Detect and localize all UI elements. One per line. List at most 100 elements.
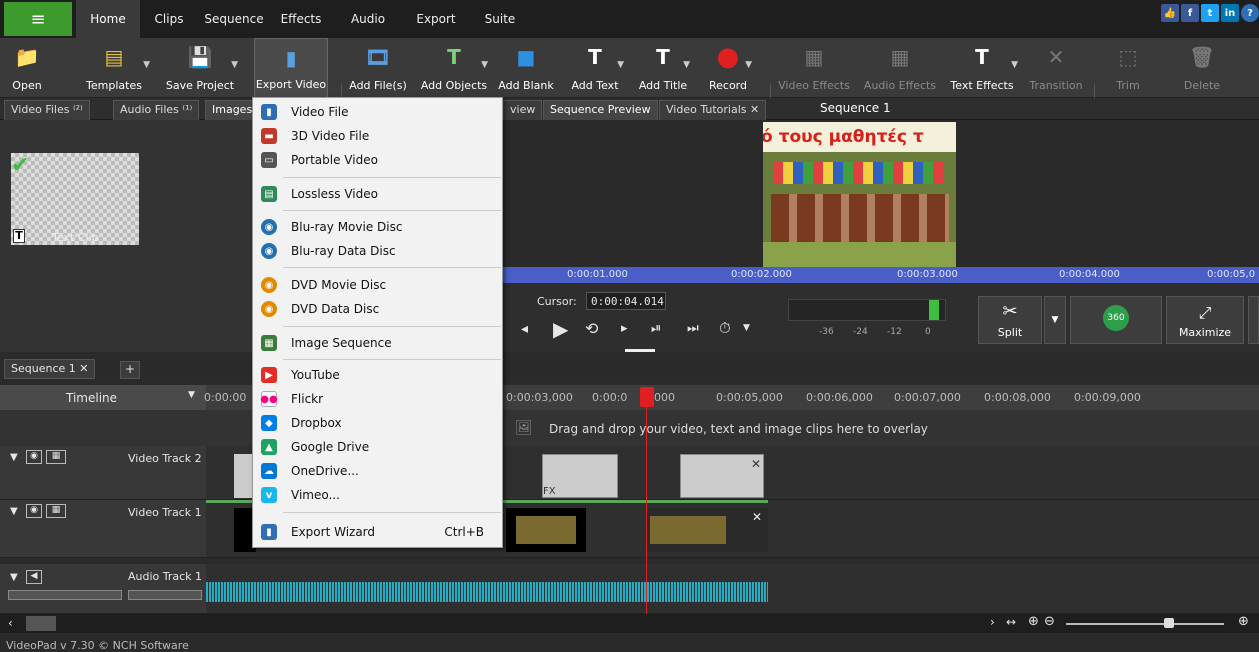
zoom-in-icon[interactable]: ⊕ [1238, 614, 1249, 629]
audio-track-1[interactable] [206, 564, 1259, 614]
previous-frame-icon[interactable]: ◂ [521, 321, 528, 337]
timer-icon[interactable]: ⏱ [719, 319, 731, 337]
scrollbar-thumb[interactable] [26, 616, 56, 631]
folder-icon: 📁 [14, 45, 40, 69]
opacity-icon[interactable]: ▦ [46, 450, 66, 464]
zoom-slider-thumb[interactable] [1164, 618, 1174, 628]
clip[interactable]: ✕ [646, 508, 768, 552]
maximize-button[interactable]: ⤢ Maximize [1166, 296, 1244, 344]
menu-item-portable-video[interactable]: ▭ Portable Video [253, 148, 502, 172]
menu-item-vimeo[interactable]: v Vimeo... [253, 483, 502, 507]
tab-video-files[interactable]: Video Files ⁽²⁾ [4, 100, 90, 120]
loop-icon[interactable]: ⟲ [585, 319, 598, 338]
menu-item-export-wizard[interactable]: ▮ Export Wizard Ctrl+B [253, 520, 502, 544]
skip-end-icon[interactable]: ⏭ [687, 321, 699, 336]
clip[interactable] [506, 508, 586, 552]
tab-audio-files[interactable]: Audio Files ⁽¹⁾ [113, 100, 200, 120]
add-objects-button[interactable]: T Add Objects ▼ [418, 38, 490, 98]
menu-item-youtube[interactable]: ▶ YouTube [253, 363, 502, 387]
tab-audio[interactable]: Audio [344, 0, 392, 38]
eye-icon[interactable]: ◉ [26, 504, 42, 518]
like-icon[interactable]: 👍 [1161, 4, 1179, 22]
menu-item-image-sequence[interactable]: ▦ Image Sequence [253, 331, 502, 355]
chevron-down-icon[interactable]: ▼ [743, 323, 750, 333]
add-sequence-button[interactable]: + [120, 361, 140, 379]
menu-item-dvd-movie[interactable]: ◉ DVD Movie Disc [253, 273, 502, 297]
collapse-icon[interactable]: ▼ [10, 572, 18, 583]
tab-home[interactable]: Home [76, 0, 140, 38]
tab-sequence[interactable]: Sequence [202, 0, 266, 38]
split-dropdown[interactable]: ▼ [1044, 296, 1066, 344]
delete-button[interactable]: 🗑 Delete [1176, 38, 1228, 98]
linkedin-icon[interactable]: in [1221, 4, 1239, 22]
track-name: Audio Track 1 [128, 570, 203, 583]
help-icon[interactable]: ? [1241, 4, 1259, 22]
save-project-button[interactable]: 💾 Save Project ▼ [160, 38, 240, 98]
menu-item-video-file[interactable]: ▮ Video File [253, 100, 502, 124]
audio-effects-button[interactable]: ▦ Audio Effects [860, 38, 940, 98]
add-blank-button[interactable]: ■ Add Blank [496, 38, 556, 98]
facebook-icon[interactable]: f [1181, 4, 1199, 22]
menu-item-bluray-data[interactable]: ◉ Blu-ray Data Disc [253, 239, 502, 263]
collapse-icon[interactable]: ▼ [10, 452, 18, 463]
tab-suite[interactable]: Suite [480, 0, 520, 38]
menu-item-flickr[interactable]: ●● Flickr [253, 387, 502, 411]
add-text-button[interactable]: T Add Text ▼ [564, 38, 626, 98]
menu-item-bluray-movie[interactable]: ◉ Blu-ray Movie Disc [253, 215, 502, 239]
volume-slider[interactable] [8, 590, 122, 600]
tab-export[interactable]: Export [410, 0, 462, 38]
speaker-icon[interactable]: ◀ [26, 570, 42, 584]
play-icon[interactable]: ▶ [553, 317, 568, 341]
export-video-button[interactable]: ▮ Export Video [254, 38, 328, 98]
trim-button[interactable]: ⬚ Trim [1106, 38, 1150, 98]
fit-width-icon[interactable]: ↔ [1006, 615, 1016, 629]
menu-item-google-drive[interactable]: ▲ Google Drive [253, 435, 502, 459]
scroll-right-icon[interactable]: › [990, 615, 995, 629]
zoom-slider[interactable] [1066, 623, 1224, 625]
overlay-drop-zone[interactable]: 🖼 Drag and drop your video, text and ima… [0, 410, 1259, 446]
menu-item-dvd-data[interactable]: ◉ DVD Data Disc [253, 297, 502, 321]
templates-button[interactable]: ▤ Templates ▼ [76, 38, 152, 98]
open-button[interactable]: 📁 Open [4, 38, 50, 98]
transition-icon[interactable]: ✕ [751, 457, 761, 471]
tab-effects[interactable]: Effects [276, 0, 326, 38]
play-pause-icon[interactable]: ⏯ [651, 321, 661, 336]
menu-item-dropbox[interactable]: ◆ Dropbox [253, 411, 502, 435]
resize-handle[interactable] [625, 349, 655, 352]
split-button[interactable]: ✂ Split [978, 296, 1042, 344]
twitter-icon[interactable]: t [1201, 4, 1219, 22]
hamburger-icon[interactable]: ≡ [4, 2, 72, 36]
transition-button[interactable]: ✕ Transition [1026, 38, 1086, 98]
timeline-scrollbar[interactable]: ‹ › ↔ ⊕ ⊖ ⊕ [0, 614, 1259, 633]
cursor-time-field[interactable]: 0:00:04.014 [586, 292, 666, 310]
clip[interactable]: ✕ [680, 454, 764, 498]
opacity-icon[interactable]: ▦ [46, 504, 66, 518]
pan-slider[interactable] [128, 590, 202, 600]
chevron-down-icon[interactable]: ▼ [188, 390, 195, 400]
text-effects-button[interactable]: T Text Effects ▼ [944, 38, 1020, 98]
sequence-tab[interactable]: Sequence 1 ✕ [4, 359, 96, 379]
scroll-left-icon[interactable]: ‹ [8, 616, 13, 630]
add-title-button[interactable]: T Add Title ▼ [634, 38, 692, 98]
tab-clips[interactable]: Clips [146, 0, 192, 38]
clip[interactable]: FX [542, 454, 618, 498]
add-files-button[interactable]: 🎞 Add File(s) [346, 38, 410, 98]
record-button[interactable]: ● Record ▼ [702, 38, 754, 98]
tab-video-tutorials[interactable]: Video Tutorials ✕ [659, 100, 767, 120]
zoom-out-icon[interactable]: ⊖ [1044, 614, 1055, 629]
zoom-fit-icon[interactable]: ⊕ [1028, 614, 1039, 629]
collapse-icon[interactable]: ▼ [10, 506, 18, 517]
menu-item-lossless[interactable]: ▤ Lossless Video [253, 182, 502, 206]
next-frame-icon[interactable]: ▸ [621, 321, 628, 336]
360-button[interactable]: 360 [1070, 296, 1162, 344]
tab-clip-preview[interactable]: view [503, 100, 543, 120]
playhead-marker[interactable] [640, 387, 654, 407]
menu-item-label: Vimeo... [291, 488, 340, 502]
menu-item-onedrive[interactable]: ☁ OneDrive... [253, 459, 502, 483]
transition-icon[interactable]: ✕ [752, 510, 762, 524]
tab-sequence-preview[interactable]: Sequence Preview [543, 100, 658, 120]
menu-item-3d-video[interactable]: ▬ 3D Video File [253, 124, 502, 148]
eye-icon[interactable]: ◉ [26, 450, 42, 464]
scroll-right-button[interactable] [1248, 296, 1259, 344]
video-effects-button[interactable]: ▦ Video Effects [774, 38, 854, 98]
